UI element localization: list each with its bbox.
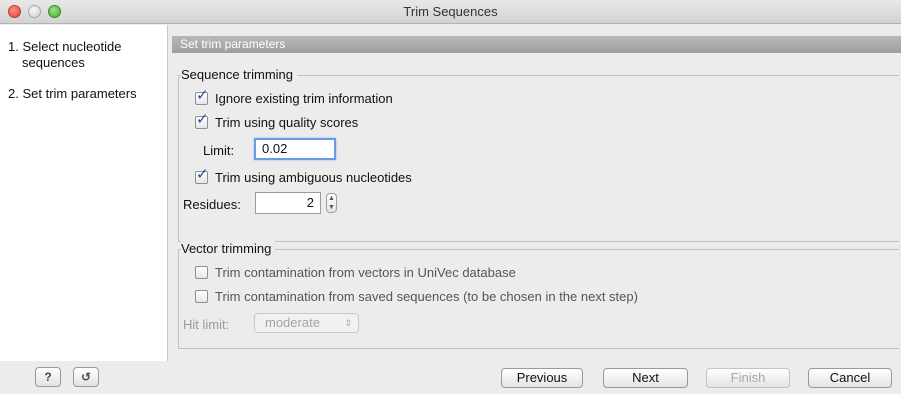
- residues-label: Residues:: [183, 197, 241, 212]
- trim-quality-label: Trim using quality scores: [215, 115, 359, 130]
- wizard-steps-sidebar: 1. Select nucleotide sequences 2. Set tr…: [0, 25, 168, 361]
- step-set-trim-parameters[interactable]: 2. Set trim parameters: [8, 86, 137, 102]
- saved-sequences-label: Trim contamination from saved sequences …: [215, 289, 638, 304]
- trim-ambiguous-label: Trim using ambiguous nucleotides: [215, 170, 412, 185]
- vector-trimming-group: Vector trimming Trim contamination from …: [178, 241, 899, 349]
- limit-input[interactable]: 0.02: [254, 138, 336, 160]
- trim-ambiguous-checkbox[interactable]: ✓: [195, 167, 209, 184]
- reset-button[interactable]: ↺: [73, 367, 99, 387]
- wizard-footer: ? ↺ Previous Next Finish Cancel: [0, 361, 901, 394]
- finish-button[interactable]: Finish: [706, 368, 790, 388]
- univec-option[interactable]: Trim contamination from vectors in UniVe…: [195, 265, 516, 280]
- check-icon: ✓: [196, 166, 209, 183]
- trim-quality-checkbox[interactable]: ✓: [195, 112, 209, 129]
- trim-sequences-window: Trim Sequences 1. Select nucleotide sequ…: [0, 0, 901, 394]
- trim-ambiguous-option[interactable]: ✓ Trim using ambiguous nucleotides: [195, 167, 412, 185]
- saved-sequences-checkbox[interactable]: [195, 290, 208, 303]
- next-button[interactable]: Next: [603, 368, 688, 388]
- univec-label: Trim contamination from vectors in UniVe…: [215, 265, 516, 280]
- cancel-button[interactable]: Cancel: [808, 368, 892, 388]
- saved-sequences-option[interactable]: Trim contamination from saved sequences …: [195, 289, 638, 304]
- sequence-trimming-title: Sequence trimming: [181, 67, 297, 82]
- reset-icon: ↺: [80, 370, 92, 384]
- vector-trimming-title: Vector trimming: [181, 241, 276, 256]
- trim-parameters-panel: Set trim parameters Sequence trimming ✓ …: [172, 25, 901, 361]
- section-header: Set trim parameters: [172, 36, 901, 53]
- univec-checkbox[interactable]: [195, 266, 208, 279]
- stepper-up-icon[interactable]: ▲: [327, 194, 336, 203]
- ignore-existing-trim-option[interactable]: ✓ Ignore existing trim information: [195, 88, 393, 106]
- stepper-down-icon[interactable]: ▼: [327, 203, 336, 212]
- hit-limit-label: Hit limit:: [183, 317, 230, 332]
- help-button[interactable]: ?: [35, 367, 61, 387]
- check-icon: ✓: [196, 111, 209, 128]
- step-select-nucleotide-sequences[interactable]: 1. Select nucleotide sequences: [8, 39, 163, 71]
- hit-limit-select[interactable]: moderate ⇕: [254, 313, 359, 333]
- check-icon: ✓: [196, 87, 209, 104]
- ignore-existing-trim-label: Ignore existing trim information: [215, 91, 393, 106]
- ignore-existing-trim-checkbox[interactable]: ✓: [195, 88, 209, 105]
- limit-label: Limit:: [203, 143, 235, 158]
- select-arrows-icon: ⇕: [344, 318, 352, 328]
- window-title: Trim Sequences: [403, 4, 498, 19]
- previous-button[interactable]: Previous: [501, 368, 583, 388]
- trim-quality-option[interactable]: ✓ Trim using quality scores: [195, 112, 359, 130]
- sequence-trimming-group: Sequence trimming ✓ Ignore existing trim…: [178, 67, 899, 242]
- residues-stepper[interactable]: ▲ ▼: [326, 193, 337, 213]
- title-bar: Trim Sequences: [0, 0, 901, 24]
- residues-input[interactable]: 2: [255, 192, 321, 214]
- hit-limit-value: moderate: [265, 315, 320, 330]
